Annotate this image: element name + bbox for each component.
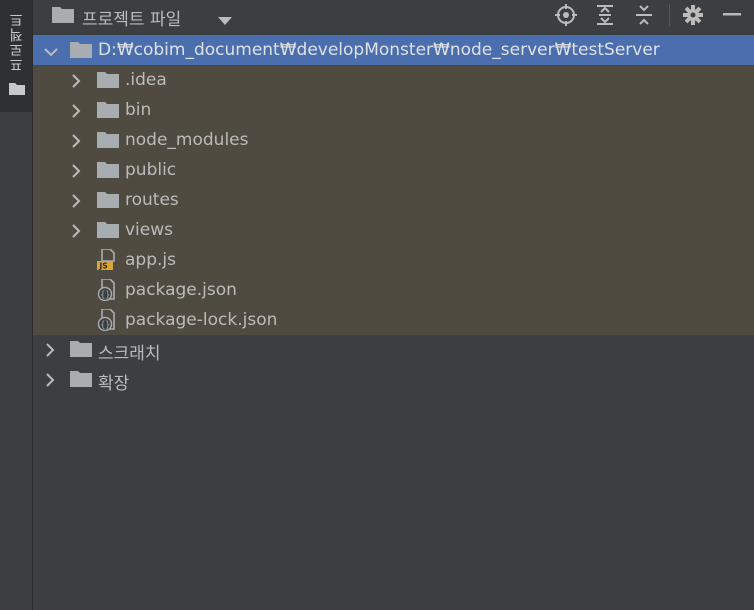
hide-icon[interactable] — [720, 4, 744, 26]
tree-item-label: package-lock.json — [125, 310, 278, 330]
locate-file-icon[interactable] — [554, 4, 578, 26]
tree-item-package-lock-json[interactable]: {} package-lock.json — [33, 305, 754, 335]
json-file-icon: {} — [97, 308, 119, 335]
expand-all-icon[interactable] — [593, 4, 617, 26]
chevron-down-icon[interactable] — [44, 43, 58, 62]
folder-icon — [70, 370, 92, 391]
tree-root-row[interactable]: D:₩cobim_document₩developMonster₩node_se… — [33, 35, 754, 65]
json-file-icon: {} — [97, 278, 119, 305]
svg-text:{}: {} — [100, 321, 110, 331]
chevron-right-icon[interactable] — [71, 223, 81, 242]
tree-item-views[interactable]: views — [33, 215, 754, 245]
tree-root-label: D:₩cobim_document₩developMonster₩node_se… — [98, 40, 660, 60]
tree-item-public[interactable]: public — [33, 155, 754, 185]
chevron-right-icon[interactable] — [71, 133, 81, 152]
chevron-right-icon[interactable] — [71, 103, 81, 122]
folder-icon — [70, 41, 92, 62]
folder-icon — [97, 161, 119, 182]
svg-text:{}: {} — [100, 291, 110, 301]
tree-item-bin[interactable]: bin — [33, 95, 754, 125]
folder-icon — [9, 80, 25, 99]
collapse-all-icon[interactable] — [632, 4, 656, 26]
folder-icon — [97, 101, 119, 122]
svg-text:JS: JS — [99, 262, 108, 271]
tree-item-label: node_modules — [125, 130, 249, 150]
tree-item-routes[interactable]: routes — [33, 185, 754, 215]
javascript-file-icon: JS — [97, 248, 117, 275]
project-tool-tab[interactable]: 프로젝트 — [0, 0, 32, 112]
tree-item-app-js[interactable]: JS app.js — [33, 245, 754, 275]
tree-item-label: 확장 — [98, 374, 130, 394]
view-selector-label[interactable]: 프로젝트 파일 — [82, 5, 181, 30]
tree-item-idea[interactable]: .idea — [33, 65, 754, 95]
tree-item-label: 스크래치 — [98, 344, 161, 364]
tree-item-package-json[interactable]: {} package.json — [33, 275, 754, 305]
tree-item-label: .idea — [125, 70, 167, 90]
tree-item-label: app.js — [125, 250, 176, 270]
tree-item-node-modules[interactable]: node_modules — [33, 125, 754, 155]
tree-item-label: views — [125, 220, 174, 240]
tree-item-label: bin — [125, 100, 152, 120]
folder-icon — [70, 340, 92, 361]
toolbar-separator — [669, 4, 670, 26]
folder-icon — [97, 71, 119, 92]
folder-icon — [97, 221, 119, 242]
tree-item-extensions[interactable]: 확장 — [33, 364, 754, 394]
tool-window-header: 프로젝트 파일 — [33, 0, 754, 31]
folder-icon — [97, 191, 119, 212]
project-tool-tab-label: 프로젝트 — [9, 12, 25, 72]
gear-icon[interactable] — [681, 4, 705, 26]
folder-icon — [97, 131, 119, 152]
dropdown-arrow-icon[interactable] — [218, 11, 232, 30]
tree-item-label: package.json — [125, 280, 237, 300]
chevron-right-icon[interactable] — [71, 73, 81, 92]
chevron-right-icon[interactable] — [45, 372, 55, 391]
chevron-right-icon[interactable] — [71, 163, 81, 182]
project-tool-window: 프로젝트 프로젝트 파일 D:₩cobim_document₩developMo… — [0, 0, 754, 610]
folder-icon — [52, 6, 74, 27]
tool-window-strip: 프로젝트 — [0, 0, 33, 610]
chevron-right-icon[interactable] — [45, 342, 55, 361]
tree-item-scratches[interactable]: 스크래치 — [33, 334, 754, 364]
tree-item-label: public — [125, 160, 177, 180]
chevron-right-icon[interactable] — [71, 193, 81, 212]
tree-item-label: routes — [125, 190, 179, 210]
